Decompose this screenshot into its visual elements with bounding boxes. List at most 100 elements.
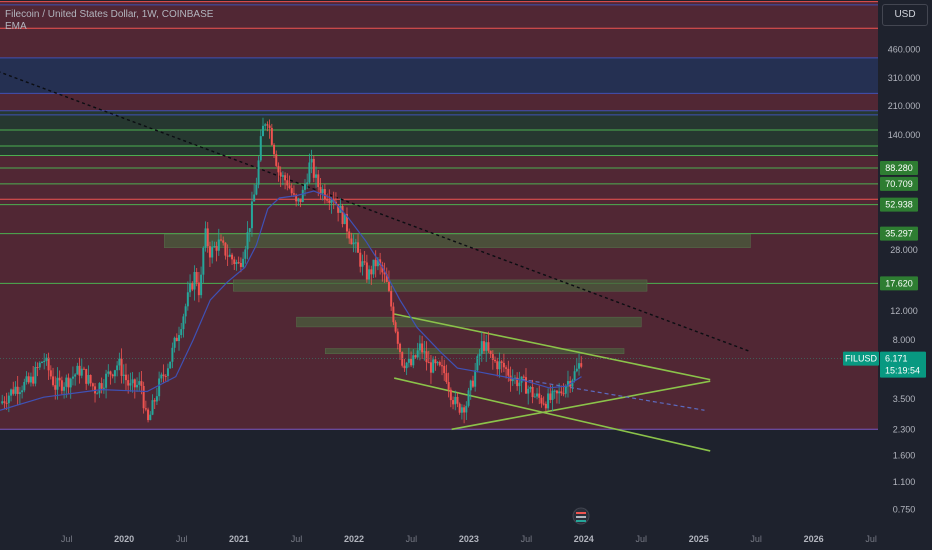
price-chart[interactable]: 700.000460.000310.000210.000140.00028.00… [0, 0, 932, 550]
candle-body [144, 408, 147, 410]
ema-indicator-label[interactable]: EMA [5, 21, 27, 32]
candle-body [425, 351, 428, 363]
candle-body [239, 262, 242, 267]
candle-body [149, 414, 152, 421]
candle-body [392, 306, 395, 323]
candle-body [255, 184, 258, 195]
candle-body [189, 283, 192, 293]
candle-body [54, 385, 57, 390]
candle-body [460, 407, 463, 413]
candle-body [505, 367, 508, 369]
candle-body [441, 365, 444, 367]
candle-body [52, 376, 55, 386]
candle-body [78, 365, 81, 376]
candle-body [211, 246, 214, 258]
level-badge-label: 70.709 [885, 179, 913, 189]
level-badge-label: 35.297 [885, 229, 913, 239]
candle-body [102, 387, 105, 389]
candle-body [138, 381, 141, 385]
candle-body [416, 350, 419, 358]
candle-body [226, 255, 229, 257]
candle-body [478, 353, 481, 357]
candle-body [489, 350, 492, 355]
candle-body [299, 198, 302, 203]
candle-body [290, 188, 293, 194]
symbol-title[interactable]: Filecoin / United States Dollar, 1W, COI… [5, 9, 213, 20]
candle-body [270, 127, 273, 145]
candle-body [36, 366, 39, 368]
candle-body [147, 409, 150, 421]
candle-body [164, 375, 167, 377]
candle-body [100, 383, 103, 389]
candle-body [151, 400, 154, 415]
candle-body [173, 337, 176, 348]
x-tick-label: Jul [521, 534, 533, 544]
y-tick-label: 8.000 [893, 335, 916, 345]
candle-body [224, 242, 227, 256]
candle-body [82, 368, 85, 370]
candle-body [390, 290, 393, 307]
candle-body [310, 158, 313, 163]
candle-body [348, 231, 351, 239]
candle-body [184, 306, 187, 317]
candle-body [487, 342, 490, 351]
candle-body [182, 316, 185, 330]
candle-body [361, 261, 364, 267]
candle-body [275, 154, 278, 166]
candle-body [193, 272, 196, 290]
candle-body [452, 400, 455, 405]
candle-body [547, 393, 550, 409]
candle-body [23, 381, 26, 391]
candle-body [49, 370, 52, 377]
candle-body [74, 374, 77, 377]
candle-body [266, 124, 269, 126]
candle-body [80, 368, 83, 376]
candle-body [21, 390, 24, 393]
candle-body [412, 355, 415, 366]
candle-body [555, 390, 558, 394]
candle-body [27, 376, 30, 383]
candle-body [575, 368, 578, 372]
candle-body [155, 396, 158, 402]
zone-green-4 [0, 110, 878, 130]
candle-body [89, 375, 92, 384]
candle-body [529, 386, 532, 389]
candle-body [443, 365, 446, 374]
candle-body [38, 362, 41, 368]
candle-body [286, 180, 289, 186]
candle-body [45, 357, 48, 361]
candle-body [217, 239, 220, 251]
candle-body [65, 377, 68, 387]
candle-body [394, 322, 397, 332]
candle-body [518, 382, 521, 387]
candle-body [171, 347, 174, 362]
candle-body [533, 396, 536, 398]
candle-body [215, 246, 218, 251]
candle-body [268, 125, 271, 128]
candle-body [122, 374, 125, 376]
tradingview-logo-icon [572, 507, 590, 525]
currency-button[interactable]: USD [882, 4, 928, 26]
candle-body [56, 377, 59, 390]
candle-body [540, 397, 543, 404]
candle-body [427, 362, 430, 364]
x-tick-label: Jul [865, 534, 877, 544]
candle-body [175, 337, 178, 342]
candle-body [16, 386, 19, 395]
logo-bar-mid [576, 516, 586, 518]
level-badge-label: 17.620 [885, 278, 913, 288]
candle-body [129, 383, 132, 386]
candle-body [178, 335, 181, 342]
candle-body [32, 376, 35, 384]
candle-body [222, 240, 225, 243]
candle-body [292, 193, 295, 195]
candle-body [456, 396, 459, 404]
candle-body [71, 376, 74, 379]
chart-root: 700.000460.000310.000210.000140.00028.00… [0, 0, 932, 550]
candle-body [465, 405, 468, 413]
candle-body [573, 371, 576, 381]
candle-body [34, 366, 37, 384]
candle-body [319, 187, 322, 194]
candle-body [228, 254, 231, 257]
candle-body [109, 371, 112, 375]
